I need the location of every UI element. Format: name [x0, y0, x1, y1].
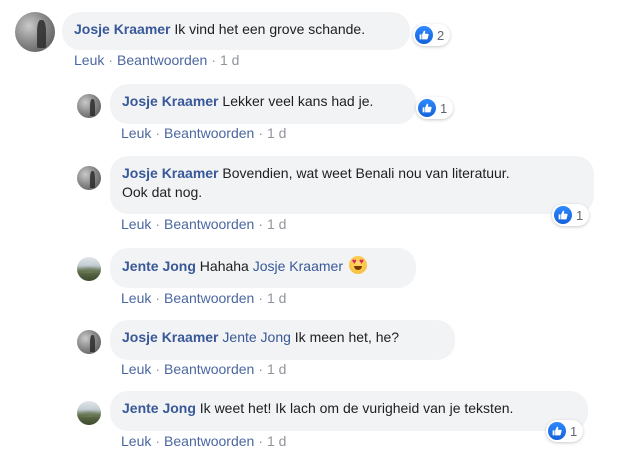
avatar[interactable] — [77, 330, 101, 354]
reply-link[interactable]: Beantwoorden — [164, 125, 254, 141]
avatar[interactable] — [15, 12, 55, 52]
reply-bubble: Josje Kraamer Lekker veel kans had je. — [110, 84, 416, 124]
thumbs-up-icon — [418, 99, 436, 117]
reply-link[interactable]: Beantwoorden — [164, 290, 254, 306]
reaction-count: 1 — [576, 207, 584, 223]
like-link[interactable]: Leuk — [121, 125, 151, 141]
separator: · — [258, 125, 263, 141]
avatar[interactable] — [77, 166, 101, 190]
separator: · — [258, 290, 263, 306]
separator: · — [258, 433, 263, 449]
mention-link[interactable]: Josje Kraamer — [253, 258, 343, 274]
reply-actions: Leuk · Beantwoorden · 1 d — [121, 290, 286, 306]
thumbs-up-icon — [554, 206, 572, 224]
reaction-count-badge[interactable]: 1 — [416, 97, 454, 119]
timestamp[interactable]: 1 d — [267, 290, 286, 306]
separator: · — [155, 125, 161, 141]
timestamp[interactable]: 1 d — [220, 52, 239, 68]
reply-text: Lekker veel kans had je. — [222, 93, 374, 109]
reply-text: Hahaha — [199, 258, 249, 274]
reply-link[interactable]: Beantwoorden — [117, 52, 207, 68]
separator: · — [155, 216, 161, 232]
comment-text: Ik vind het een grove schande. — [174, 21, 366, 37]
separator: · — [258, 361, 263, 377]
mention-link[interactable]: Jente Jong — [222, 329, 291, 345]
avatar[interactable] — [77, 94, 101, 118]
reaction-count: 2 — [437, 27, 445, 43]
separator: · — [155, 361, 161, 377]
reaction-count-badge[interactable]: 1 — [546, 420, 584, 442]
like-link[interactable]: Leuk — [121, 433, 151, 449]
comment-author[interactable]: Josje Kraamer — [74, 21, 171, 37]
reply-actions: Leuk · Beantwoorden · 1 d — [121, 125, 286, 141]
separator: · — [108, 52, 114, 68]
reply-text: Ik weet het! Ik lach om de vurigheid van… — [199, 400, 514, 416]
separator: · — [211, 52, 216, 68]
reply-link[interactable]: Beantwoorden — [164, 433, 254, 449]
separator: · — [258, 216, 263, 232]
reply-text-line-1: Bovendien, wat weet Benali nou van liter… — [222, 165, 510, 181]
reply-bubble: Jente Jong Ik weet het! Ik lach om de vu… — [110, 391, 588, 431]
reaction-count: 1 — [570, 423, 578, 439]
comment-actions: Leuk · Beantwoorden · 1 d — [74, 52, 239, 68]
avatar[interactable] — [77, 401, 101, 425]
timestamp[interactable]: 1 d — [267, 216, 286, 232]
reply-author[interactable]: Josje Kraamer — [122, 93, 219, 109]
timestamp[interactable]: 1 d — [267, 361, 286, 377]
timestamp[interactable]: 1 d — [267, 433, 286, 449]
comment-bubble: Josje Kraamer Ik vind het een grove scha… — [62, 12, 410, 50]
reply-author[interactable]: Josje Kraamer — [122, 165, 219, 181]
like-link[interactable]: Leuk — [121, 290, 151, 306]
reply-bubble: Josje Kraamer Jente Jong Ik meen het, he… — [110, 320, 455, 360]
reply-text-line-2: Ook dat nog. — [122, 184, 203, 200]
separator: · — [155, 290, 161, 306]
thumbs-up-icon — [548, 422, 566, 440]
timestamp[interactable]: 1 d — [267, 125, 286, 141]
reply-actions: Leuk · Beantwoorden · 1 d — [121, 216, 286, 232]
reply-link[interactable]: Beantwoorden — [164, 361, 254, 377]
like-link[interactable]: Leuk — [121, 216, 151, 232]
separator: · — [155, 433, 161, 449]
reply-bubble: Jente Jong Hahaha Josje Kraamer — [110, 248, 416, 288]
thumbs-up-icon — [415, 26, 433, 44]
reaction-count-badge[interactable]: 2 — [413, 24, 451, 46]
reply-author[interactable]: Jente Jong — [122, 400, 196, 416]
reaction-count: 1 — [440, 100, 448, 116]
reply-text: Ik meen het, he? — [294, 329, 400, 345]
reply-link[interactable]: Beantwoorden — [164, 216, 254, 232]
reply-bubble: Josje Kraamer Bovendien, wat weet Benali… — [110, 156, 594, 214]
like-link[interactable]: Leuk — [74, 52, 104, 68]
reaction-count-badge[interactable]: 1 — [552, 204, 590, 226]
like-link[interactable]: Leuk — [121, 361, 151, 377]
reply-author[interactable]: Jente Jong — [122, 258, 196, 274]
heart-eyes-emoji-icon — [348, 256, 367, 274]
reply-actions: Leuk · Beantwoorden · 1 d — [121, 433, 286, 449]
reply-author[interactable]: Josje Kraamer — [122, 329, 219, 345]
avatar[interactable] — [77, 257, 101, 281]
reply-actions: Leuk · Beantwoorden · 1 d — [121, 361, 286, 377]
